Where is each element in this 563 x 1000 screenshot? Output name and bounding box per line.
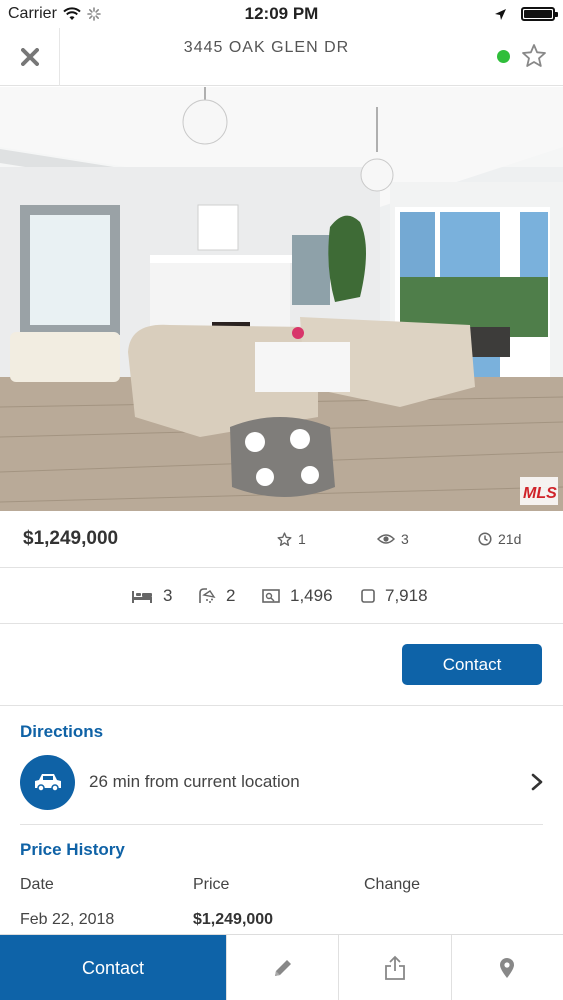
star-outline-icon[interactable] (521, 43, 547, 69)
baths-value: 2 (226, 586, 236, 605)
map-button[interactable] (450, 935, 563, 1000)
directions-text: 26 min from current location (89, 772, 300, 791)
car-icon-circle (20, 754, 75, 810)
directions-title: Directions (20, 722, 104, 741)
listing-status-dot (497, 50, 510, 63)
sqft-value: 1,496 (290, 586, 333, 605)
sqft-fact: 1,496 (262, 568, 333, 624)
car-icon (34, 774, 61, 792)
bed-icon (132, 590, 152, 603)
lot-fact: 7,918 (361, 568, 428, 624)
clock-icon (478, 532, 492, 546)
listing-photo[interactable]: MLS (0, 87, 563, 511)
price-history-col-change: Change (364, 876, 421, 893)
close-icon (20, 48, 39, 66)
directions-row[interactable]: 26 min from current location (20, 754, 543, 810)
activity-spinner-icon (87, 7, 101, 21)
favorites-value: 1 (298, 531, 306, 547)
shower-icon (199, 588, 216, 603)
lot-size-icon (361, 589, 375, 603)
pencil-icon (274, 959, 291, 976)
battery-icon (521, 7, 558, 21)
wifi-icon (63, 7, 81, 20)
bottom-tab-bar: Contact (0, 934, 563, 1000)
star-icon (277, 531, 292, 546)
price-history-date: Feb 22, 2018 (20, 911, 115, 928)
section-divider (20, 824, 543, 825)
beds-value: 3 (163, 586, 173, 605)
lot-value: 7,918 (385, 586, 428, 605)
map-pin-icon (500, 957, 515, 978)
days-on-market: 21d (478, 531, 521, 547)
listing-summary: $1,249,000 1 3 21d (0, 511, 563, 568)
eye-icon (377, 534, 395, 544)
baths-fact: 2 (198, 568, 235, 624)
contact-section: Contact (0, 624, 563, 706)
mls-watermark: MLS (523, 485, 557, 502)
price-history-col-date: Date (20, 876, 54, 893)
price-history-price: $1,249,000 (193, 911, 274, 928)
days-value: 21d (498, 531, 522, 547)
status-bar: Carrier 12:09 PM (0, 0, 563, 28)
share-icon (385, 955, 405, 980)
location-arrow-icon (495, 8, 506, 20)
listing-facts: 3 2 1,496 7,918 (0, 568, 563, 624)
status-time: 12:09 PM (244, 4, 319, 23)
price-history-col-price: Price (193, 876, 230, 893)
chevron-right-icon (531, 773, 543, 791)
contact-button[interactable]: Contact (402, 644, 542, 685)
close-button[interactable] (0, 28, 60, 86)
listing-price: $1,249,000 (23, 528, 119, 549)
favorites-count: 1 (277, 531, 306, 547)
tab-contact-button[interactable]: Contact (0, 935, 226, 1000)
floor-area-icon (262, 589, 280, 603)
beds-fact: 3 (131, 568, 172, 624)
share-button[interactable] (338, 935, 450, 1000)
views-count: 3 (377, 531, 409, 547)
price-history-title: Price History (20, 840, 125, 859)
page-title: 3445 OAK GLEN DR (183, 39, 350, 56)
edit-note-button[interactable] (226, 935, 338, 1000)
views-value: 3 (401, 531, 409, 547)
carrier-label: Carrier (8, 5, 57, 22)
nav-bar: 3445 OAK GLEN DR (0, 28, 563, 86)
